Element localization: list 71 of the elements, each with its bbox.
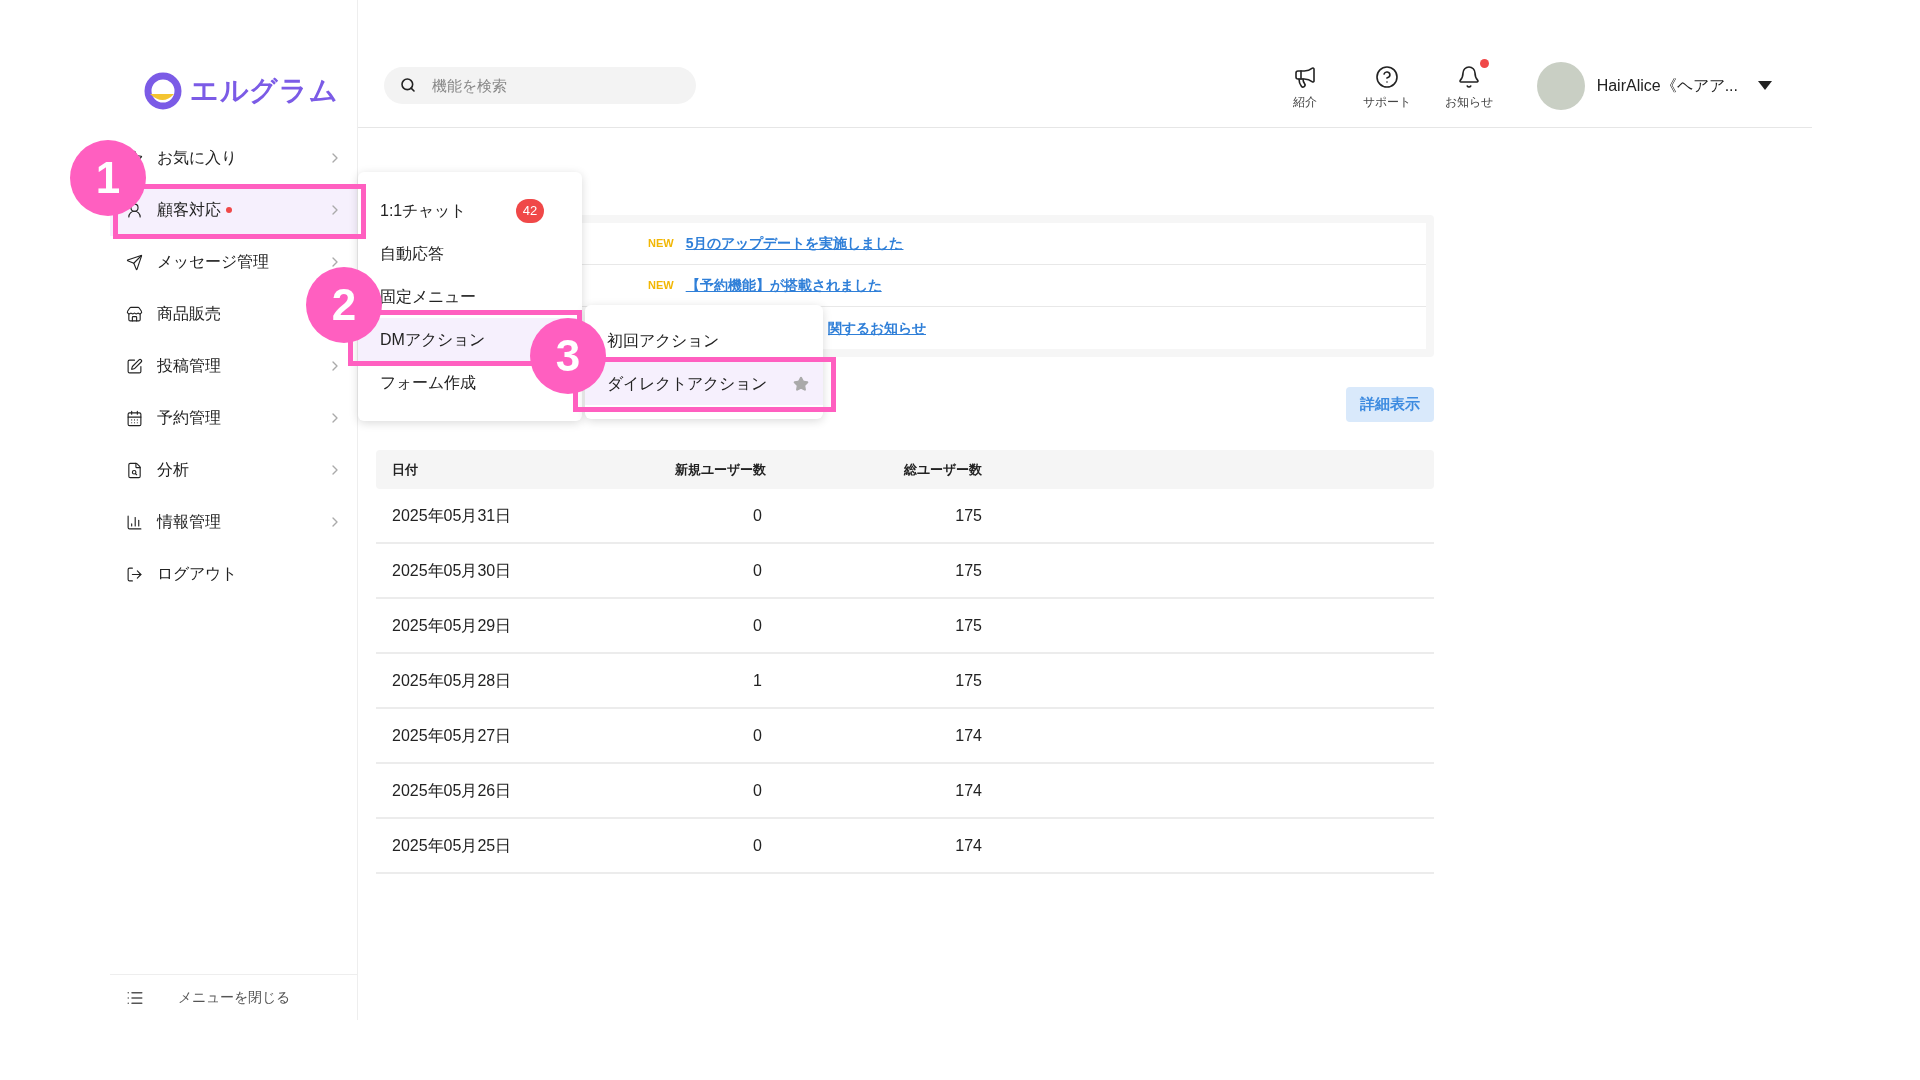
sidebar-label: 情報管理: [157, 512, 221, 532]
table-cell-text: 2025年05月31日: [391, 505, 513, 526]
sidebar-label: ログアウト: [157, 564, 237, 584]
sidebar-item[interactable]: 分析: [110, 444, 357, 496]
bar-chart-icon: [126, 513, 143, 531]
table-cell-text: 175: [954, 670, 982, 691]
menu-item[interactable]: 1:1チャット 42: [358, 189, 582, 232]
table-cell-text: 1: [752, 670, 762, 691]
column-header: 日付: [391, 460, 419, 479]
logo-text: エルグラム: [190, 74, 339, 108]
step-callout-tooltip: 2: [306, 267, 382, 343]
table-cell-text: 2025年05月26日: [391, 780, 513, 801]
news-link[interactable]: 5月のアップデートを実施しました: [685, 233, 904, 254]
close-menu-button[interactable]: メニューを閉じる: [110, 974, 357, 1020]
document-search-icon: [126, 461, 143, 479]
sidebar-label: 予約管理: [157, 408, 221, 428]
table-cell-text: 2025年05月30日: [391, 560, 513, 581]
table-cell-text: 0: [752, 615, 762, 636]
megaphone-icon: [1292, 64, 1317, 89]
table-cell-text: 2025年05月29日: [391, 615, 513, 636]
table-cell-text: 2025年05月28日: [391, 670, 513, 691]
table-cell-text: 174: [954, 835, 982, 856]
search-icon: [400, 77, 416, 93]
sidebar-label: 顧客対応: [157, 200, 221, 220]
new-tag: NEW: [648, 235, 674, 252]
logo-icon: [144, 72, 182, 110]
table-cell-text: 175: [954, 560, 982, 581]
bell-icon: [1456, 64, 1481, 89]
calendar-icon: [126, 409, 143, 427]
count-badge: 42: [516, 198, 544, 223]
sidebar-item[interactable]: 予約管理: [110, 392, 357, 444]
header-action-button[interactable]: 紹介: [1276, 60, 1333, 111]
news-link[interactable]: 【予約機能】が搭載されました: [685, 275, 882, 296]
header-action-button[interactable]: サポート: [1358, 60, 1415, 111]
sidebar-item[interactable]: 投稿管理: [110, 340, 357, 392]
logout-icon: [126, 565, 143, 583]
user-icon: [126, 201, 143, 219]
table-cell-text: 0: [752, 780, 762, 801]
help-icon: [1374, 64, 1399, 89]
table-cell-text: 0: [752, 560, 762, 581]
sidebar-label: 投稿管理: [157, 356, 221, 376]
star-icon[interactable]: [793, 375, 809, 392]
caret-icon: [1758, 81, 1772, 90]
table-cell-text: 175: [954, 615, 982, 636]
store-icon: [126, 305, 143, 323]
table-cell-text: 175: [954, 505, 982, 526]
account-name: HairAlice《ヘアア...: [1596, 75, 1738, 96]
table-cell-text: 2025年05月25日: [391, 835, 513, 856]
news-link[interactable]: 関するお知らせ: [828, 317, 926, 339]
sidebar-item[interactable]: ログアウト: [110, 548, 357, 600]
sidebar-label: 分析: [157, 460, 189, 480]
table-cell-text: 2025年05月27日: [391, 725, 513, 746]
sidebar-item[interactable]: 情報管理: [110, 496, 357, 548]
search-field[interactable]: 機能を検索: [384, 67, 696, 104]
account-menu[interactable]: HairAlice《ヘアア...: [1536, 61, 1772, 110]
sidebar-label: 商品販売: [157, 304, 221, 324]
column-header: 新規ユーザー数: [674, 460, 766, 479]
edit-icon: [126, 357, 143, 375]
send-icon: [126, 253, 143, 271]
header-action-button[interactable]: お知らせ: [1440, 60, 1497, 111]
table-cell-text: 0: [752, 505, 762, 526]
table-cell-text: 174: [954, 780, 982, 801]
new-tag: NEW: [648, 277, 674, 294]
table-cell-text: 0: [752, 725, 762, 746]
table-cell-text: 0: [752, 835, 762, 856]
menu-item[interactable]: ダイレクトアクション: [585, 362, 823, 405]
sidebar-label: メッセージ管理: [157, 252, 269, 272]
sidebar-label: お気に入り: [157, 148, 237, 168]
column-header: 総ユーザー数: [903, 460, 982, 479]
step-callout-tooltip: 1: [70, 140, 146, 216]
table-cell-text: 174: [954, 725, 982, 746]
